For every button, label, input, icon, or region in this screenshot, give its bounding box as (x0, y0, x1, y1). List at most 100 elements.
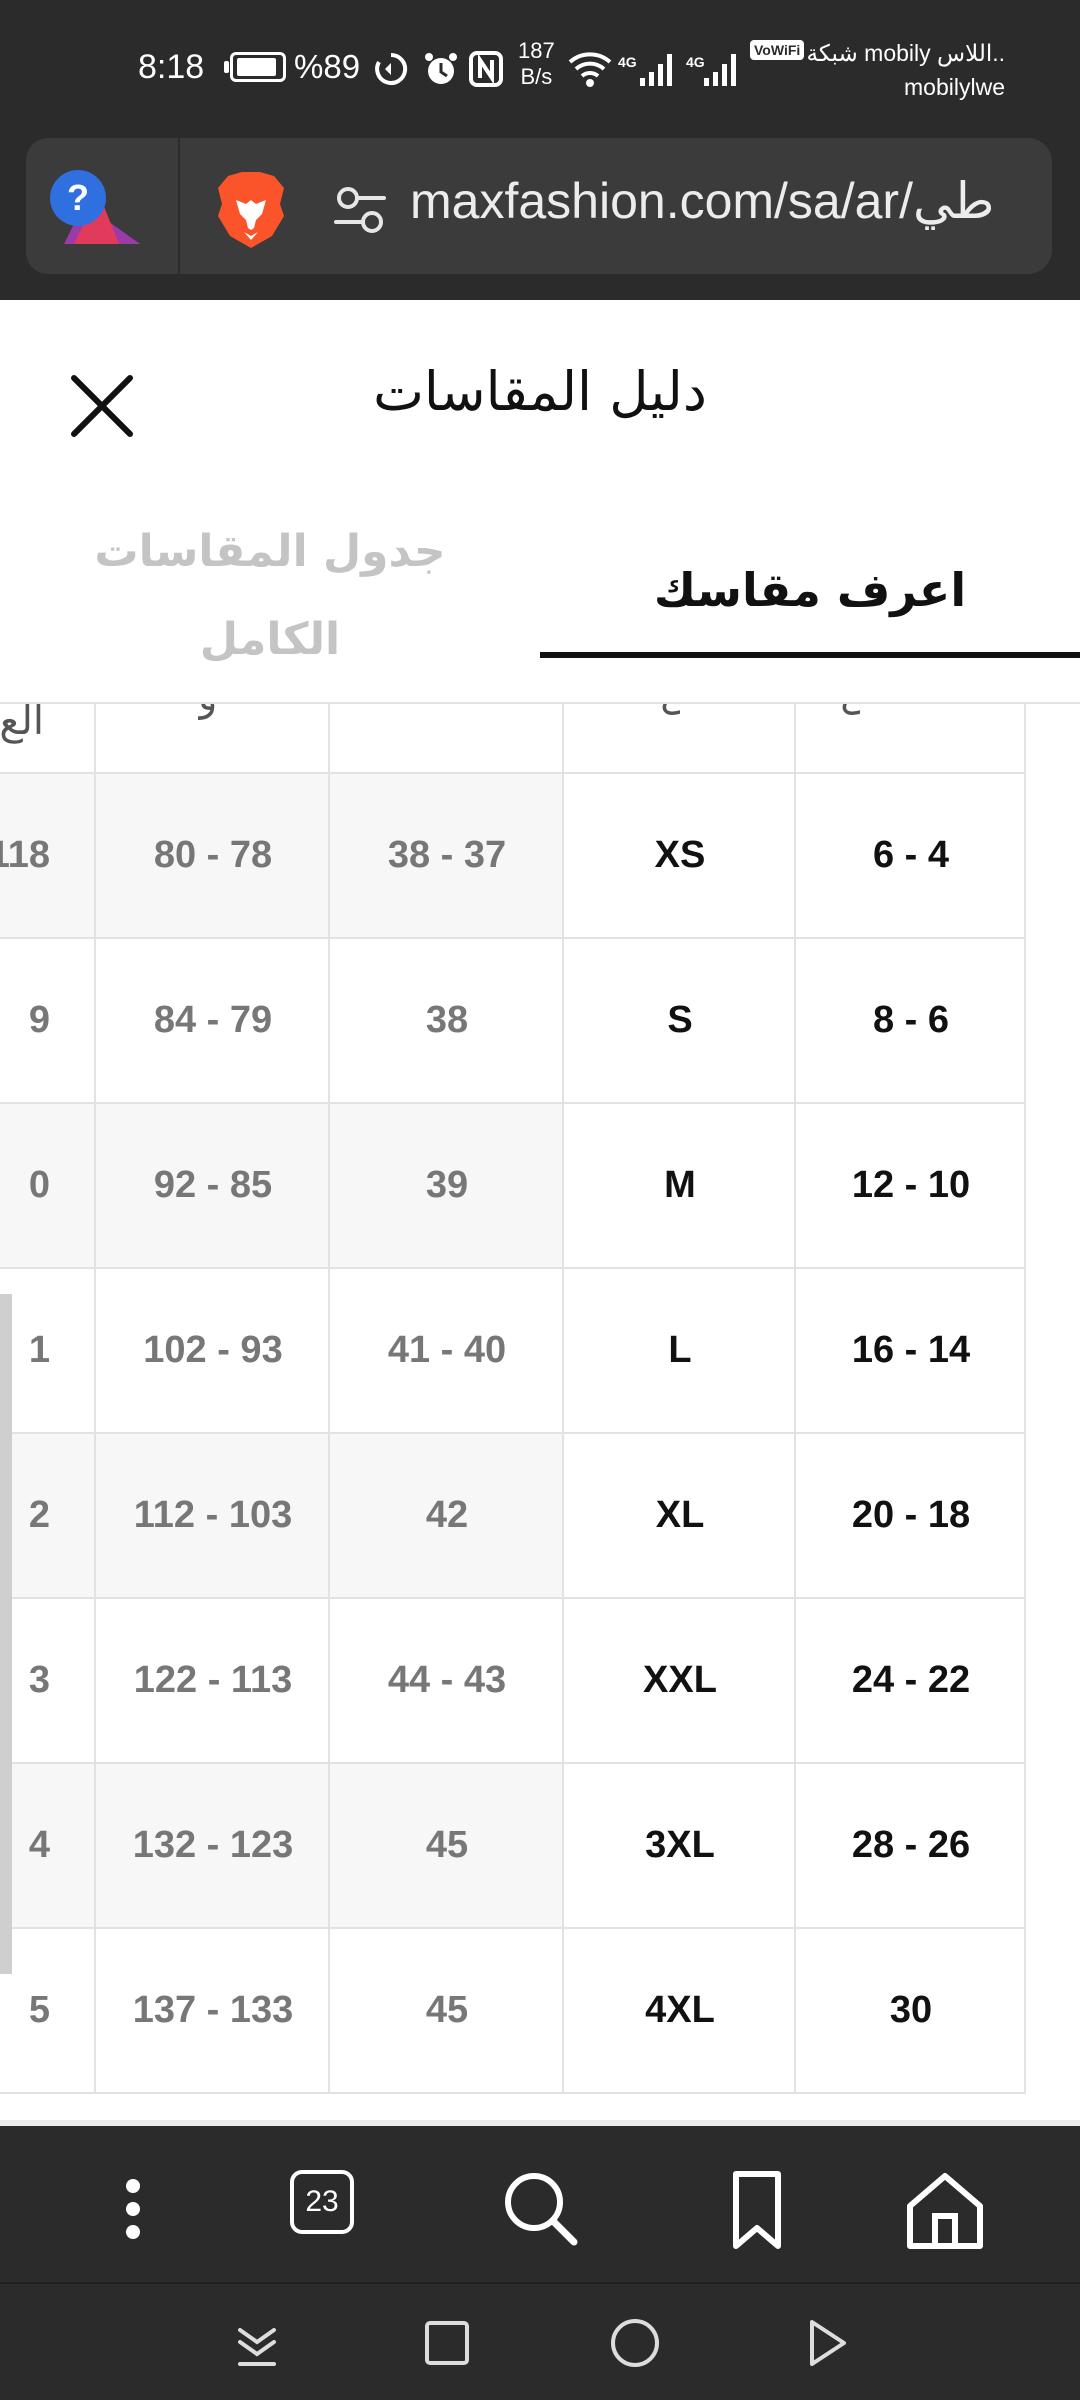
age-cell: 28 - 26 (851, 1824, 971, 1866)
home-nav-icon[interactable] (600, 2308, 670, 2378)
network-speed: 187 B/s (518, 38, 555, 90)
shoe-size-cell: 41 - 40 (387, 1329, 507, 1371)
column-divider (94, 704, 96, 2092)
size-guide-sheet: دليل المقاسات جدول المقاسات الكامل اعرف … (0, 300, 1080, 2120)
column-divider (562, 704, 564, 2092)
shoe-size-cell: 38 (425, 999, 469, 1041)
extension-button[interactable]: ? (26, 138, 178, 274)
chest-cell: 92 - 85 (96, 1104, 330, 1267)
size-cell: 3XL (645, 1824, 715, 1866)
data-saver-icon (372, 50, 410, 97)
table-bottom-border (0, 2092, 1026, 2094)
search-icon[interactable] (496, 2164, 586, 2254)
table-row: 16 - 14 L 41 - 40 102 - 93 1 (0, 1267, 1026, 1432)
column-divider (328, 704, 330, 2092)
chest-cell: 137 - 133 (132, 1989, 294, 2031)
back-icon[interactable] (790, 2308, 860, 2378)
tab-full-size-chart[interactable]: جدول المقاسات الكامل (40, 508, 500, 684)
battery-icon (224, 52, 286, 82)
age-cell: 16 - 14 (851, 1329, 971, 1371)
network-speed-value: 187 (518, 38, 555, 63)
recents-icon[interactable] (412, 2308, 482, 2378)
age-cell: 6 - 4 (872, 834, 950, 876)
age-cell: 30 (889, 1989, 933, 2031)
wifi-icon (568, 50, 612, 97)
chest-cell: 84 - 79 (153, 999, 273, 1041)
browser-toolbar: 23 (0, 2120, 1080, 2282)
vowifi-badge: VoWiFi (750, 40, 805, 60)
network-speed-unit: B/s (520, 64, 553, 89)
nfc-icon (468, 50, 504, 97)
svg-text:?: ? (67, 177, 89, 218)
table-row: 8 - 6 S 38 84 - 79 9 (0, 937, 1026, 1102)
sheet-title: دليل المقاسات (373, 360, 707, 423)
age-cell: 24 - 22 (851, 1659, 971, 1701)
carrier-line-1: شبكة mobily اللاس.. (806, 40, 1005, 66)
shoe-size-cell: 39 (330, 1104, 564, 1267)
size-table: 6 - 4 XS 38 - 3780 - 78118 8 - 6 S 38 84 - 79 9… (0, 704, 1080, 2120)
table-row: 20 - 18 XL 42 112 - 103 2 (0, 1432, 1026, 1597)
bookmark-icon[interactable] (712, 2164, 802, 2254)
chest-cell: 112 - 103 (96, 1434, 330, 1597)
age-cell: 8 - 6 (872, 999, 950, 1041)
column-divider (1024, 704, 1026, 2092)
shoe-size-cell: 38 - 37 (330, 774, 564, 937)
cut-off-cell: 0 (0, 1104, 96, 1267)
size-cell: XL (655, 1494, 705, 1536)
tab-know-your-size[interactable]: اعرف مقاسك (540, 550, 1080, 630)
tune-icon[interactable] (332, 184, 388, 236)
size-cell: XS (654, 834, 706, 876)
age-cell: 20 - 18 (851, 1494, 971, 1536)
cut-off-cell: 5 (28, 1989, 50, 2031)
cut-off-cell: 118 (0, 774, 96, 937)
shoe-size-cell: 45 (425, 1989, 469, 2031)
chest-cell: 122 - 113 (133, 1659, 293, 1701)
header-fragment-glyph: و (198, 704, 218, 744)
table-row: 24 - 22 XXL 44 - 43 122 - 113 3 (0, 1597, 1026, 1762)
table-row: 28 - 26 3XL 45 132 - 123 4 (0, 1762, 1026, 1927)
more-vert-icon[interactable] (88, 2164, 178, 2254)
horizontal-scroll-thumb[interactable] (0, 1294, 12, 1974)
cut-off-cell: 2 (0, 1434, 96, 1597)
alarm-icon (422, 50, 460, 97)
home-icon[interactable] (900, 2164, 990, 2254)
cut-off-cell: 1 (28, 1329, 50, 1371)
tab-switcher-button[interactable]: 23 (290, 2170, 354, 2234)
chest-cell: 80 - 78 (96, 774, 330, 937)
table-row: 30 4XL 45 137 - 133 5 (0, 1927, 1026, 2092)
age-cell: 12 - 10 (851, 1164, 971, 1206)
carrier-info: شبكة mobily اللاس.. mobilylwe (807, 36, 1005, 104)
chest-cell: 102 - 93 (143, 1329, 283, 1371)
signal-1-label: 4G (618, 54, 637, 70)
address-bar: ? maxfashion.com/sa/ar/طي (0, 132, 1080, 300)
battery-fill (237, 58, 276, 76)
signal-strength-2-icon (702, 50, 742, 97)
size-cell: L (668, 1329, 692, 1371)
size-cell: 4XL (645, 1989, 715, 2031)
carrier-line-2: mobilylwe (904, 74, 1005, 100)
battery-percent: %89 (294, 48, 361, 85)
cut-off-cell: 9 (28, 999, 50, 1041)
cut-off-cell: 4 (0, 1764, 96, 1927)
hide-nav-icon[interactable] (222, 2308, 292, 2378)
status-bar: 8:18 %89 187 B/s 4G 4G VoWiFi شبكة mobil… (0, 0, 1080, 132)
help-extension-icon: ? (50, 170, 140, 244)
table-row: 12 - 10 M 39 92 - 85 0 (0, 1102, 1026, 1267)
column-divider (794, 704, 796, 2092)
shoe-size-cell: 45 (330, 1764, 564, 1927)
size-cell: S (667, 999, 693, 1041)
system-nav-bar (0, 2282, 1080, 2400)
shoe-size-cell: 44 - 43 (387, 1659, 507, 1701)
cut-off-cell: 3 (28, 1659, 50, 1701)
shoe-size-cell: 42 (330, 1434, 564, 1597)
brave-lion-icon[interactable] (214, 170, 288, 250)
url-text[interactable]: maxfashion.com/sa/ar/طي (410, 172, 994, 230)
size-cell: M (664, 1164, 696, 1206)
header-fragment-glyph: ى (660, 704, 680, 744)
clock: 8:18 (138, 48, 205, 86)
header-fragment-glyph: ى (840, 704, 860, 744)
table-row: 6 - 4 XS 38 - 3780 - 78118 (0, 772, 1026, 937)
signal-strength-1-icon (638, 50, 678, 97)
size-cell: XXL (643, 1659, 717, 1701)
url-field[interactable]: maxfashion.com/sa/ar/طي (180, 138, 1052, 274)
